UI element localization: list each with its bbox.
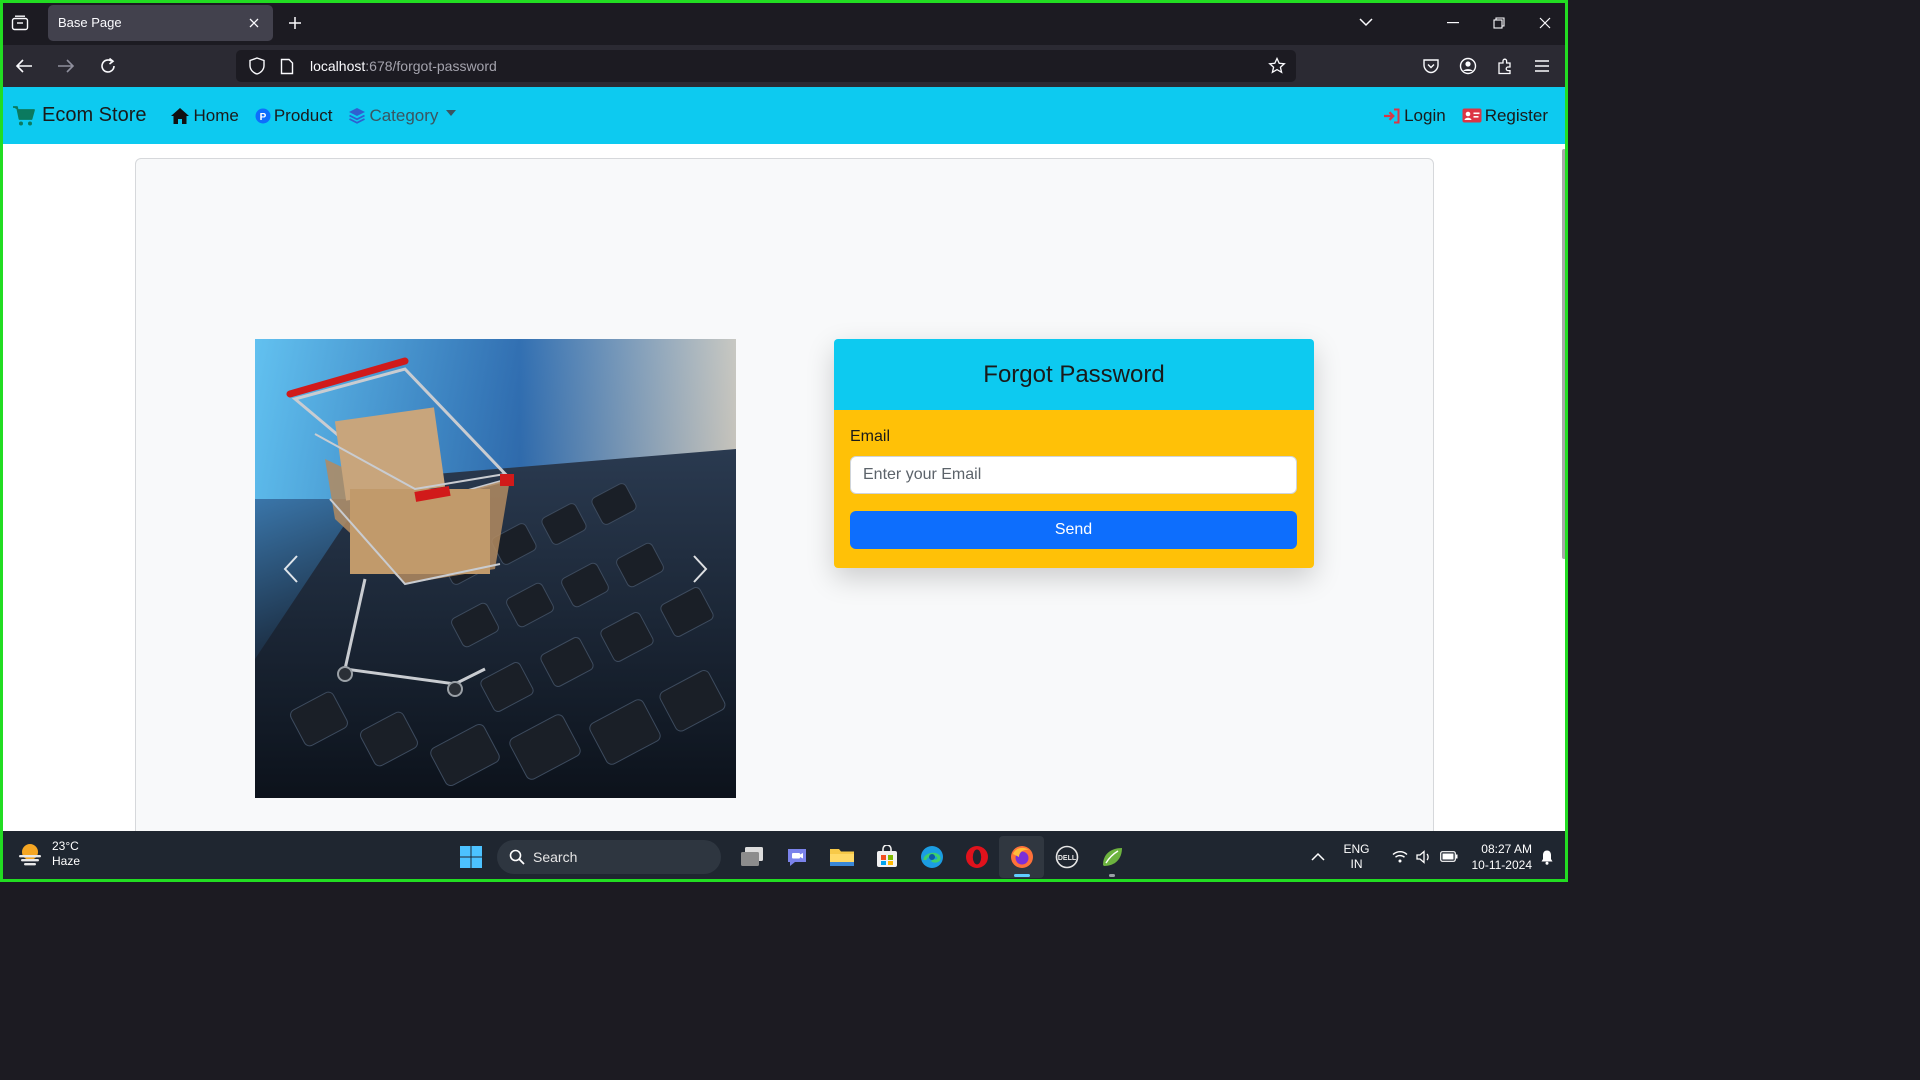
tab-list-icon[interactable]	[0, 0, 40, 45]
minimize-icon[interactable]	[1430, 0, 1476, 45]
page-icon[interactable]	[274, 53, 300, 79]
browser-tabbar: Base Page	[0, 0, 1568, 45]
nav-register[interactable]: Register	[1462, 106, 1548, 126]
task-view-icon[interactable]	[729, 836, 774, 878]
url-text: localhost:678/forgot-password	[310, 58, 497, 74]
caret-down-icon	[446, 109, 457, 116]
restore-icon[interactable]	[1476, 0, 1522, 45]
windows-taskbar: 23°C Haze Search DELL ENG IN 08:27 AM 10…	[0, 831, 1568, 882]
url-path: :678/forgot-password	[365, 58, 497, 74]
nav-category-label: Category	[369, 105, 439, 125]
email-field[interactable]	[850, 456, 1297, 494]
star-icon[interactable]	[1264, 53, 1290, 79]
close-tab-icon[interactable]	[245, 14, 263, 32]
content-card: Forgot Password Email Send	[135, 158, 1434, 831]
clock-time: 08:27 AM	[1481, 841, 1532, 856]
wifi-icon[interactable]	[1392, 850, 1408, 863]
language-code: ENG	[1343, 841, 1370, 856]
active-app-indicator	[1013, 874, 1030, 877]
nav-home[interactable]: Home	[170, 105, 239, 126]
page-scrollbar[interactable]	[1562, 149, 1566, 559]
clock-date: 10-11-2024	[1471, 857, 1533, 872]
url-host: localhost	[310, 58, 366, 74]
nav-login-label: Login	[1404, 105, 1446, 125]
nav-home-label: Home	[193, 105, 239, 125]
haze-sun-icon	[19, 844, 41, 866]
nav-product-label: Product	[273, 105, 333, 125]
reload-icon[interactable]	[90, 48, 126, 84]
microsoft-store-icon[interactable]	[864, 836, 909, 878]
taskbar-search[interactable]: Search	[497, 840, 721, 874]
shield-icon[interactable]	[244, 53, 270, 79]
spring-tools-icon[interactable]	[1089, 836, 1134, 878]
email-label: Email	[850, 428, 891, 445]
weather-widget[interactable]: 23°C Haze	[16, 839, 80, 869]
menu-icon[interactable]	[1523, 48, 1560, 84]
svg-text:P: P	[260, 112, 267, 123]
nav-login[interactable]: Login	[1383, 106, 1446, 126]
firefox-browser-icon[interactable]	[999, 836, 1044, 878]
back-arrow-icon[interactable]	[6, 48, 42, 84]
file-explorer-icon[interactable]	[819, 836, 864, 878]
language-indicator[interactable]: ENG IN	[1343, 842, 1369, 872]
address-bar[interactable]: localhost:678/forgot-password	[236, 50, 1296, 82]
forgot-password-title: Forgot Password	[834, 339, 1314, 410]
edge-browser-icon[interactable]	[909, 836, 954, 878]
account-icon[interactable]	[1449, 48, 1486, 84]
login-icon	[1384, 108, 1400, 123]
new-tab-icon[interactable]	[277, 5, 313, 41]
windows-start-icon[interactable]	[448, 836, 493, 878]
forgot-password-body: Email Send	[834, 410, 1314, 568]
nav-category-dropdown[interactable]: Category	[348, 105, 457, 126]
brand-link[interactable]: Ecom Store	[12, 104, 146, 127]
carousel-next-icon[interactable]	[682, 549, 718, 589]
chevron-down-icon[interactable]	[1348, 0, 1384, 45]
forgot-password-form: Forgot Password Email Send	[834, 339, 1314, 568]
language-region: IN	[1350, 856, 1363, 871]
product-icon: P	[255, 108, 271, 123]
search-icon	[509, 849, 525, 865]
weather-condition: Haze	[52, 854, 81, 868]
running-app-indicator	[1108, 874, 1115, 877]
pocket-icon[interactable]	[1412, 48, 1449, 84]
home-icon	[171, 107, 190, 124]
close-window-icon[interactable]	[1522, 0, 1568, 45]
id-card-icon	[1462, 108, 1482, 123]
send-button[interactable]: Send	[850, 511, 1297, 549]
opera-browser-icon[interactable]	[954, 836, 999, 878]
cart-on-laptop-image	[255, 339, 736, 798]
product-carousel	[255, 339, 736, 798]
teams-chat-icon[interactable]	[774, 836, 819, 878]
chevron-up-icon[interactable]	[1311, 852, 1326, 861]
browser-tab[interactable]: Base Page	[48, 4, 273, 41]
carousel-prev-icon[interactable]	[273, 549, 309, 589]
forward-arrow-icon[interactable]	[48, 48, 84, 84]
notification-bell-icon[interactable]	[1540, 849, 1554, 865]
weather-temperature: 23°C	[52, 839, 79, 853]
cart-icon	[13, 105, 35, 125]
site-navbar: Ecom Store Home P Product Category Login…	[0, 87, 1568, 144]
extensions-icon[interactable]	[1486, 48, 1523, 84]
battery-icon[interactable]	[1439, 851, 1458, 862]
nav-register-label: Register	[1484, 105, 1548, 125]
dell-app-icon[interactable]: DELL	[1044, 836, 1089, 878]
brand-name: Ecom Store	[42, 104, 147, 126]
page-viewport: Ecom Store Home P Product Category Login…	[0, 87, 1568, 831]
svg-text:DELL: DELL	[1057, 855, 1076, 862]
taskbar-search-label: Search	[533, 849, 578, 865]
tab-title: Base Page	[58, 15, 122, 30]
nav-product[interactable]: P Product	[255, 105, 333, 126]
volume-icon[interactable]	[1415, 849, 1432, 864]
layers-icon	[349, 107, 366, 124]
browser-navbar: localhost:678/forgot-password	[0, 45, 1568, 87]
taskbar-clock[interactable]: 08:27 AM 10-11-2024	[1472, 841, 1533, 873]
